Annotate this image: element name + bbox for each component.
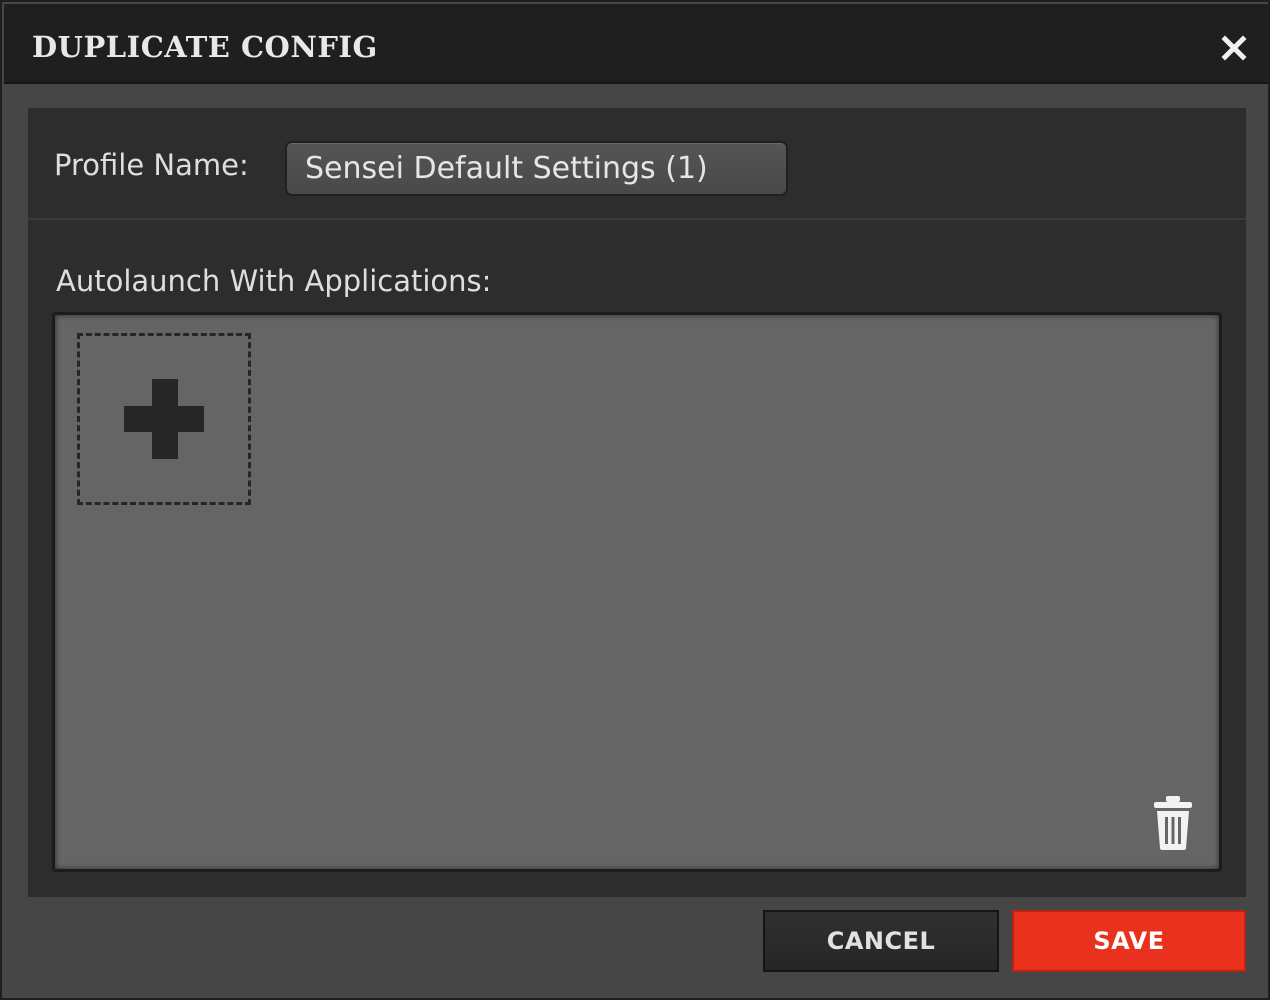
cancel-button[interactable]: CANCEL xyxy=(763,910,999,972)
close-button[interactable] xyxy=(1214,28,1254,68)
dialog-title: DUPLICATE CONFIG xyxy=(32,30,378,64)
add-application-button[interactable] xyxy=(77,333,251,505)
duplicate-config-dialog: DUPLICATE CONFIG Profile Name: Autolaunc… xyxy=(0,0,1270,1000)
profile-name-input[interactable] xyxy=(285,141,788,196)
plus-icon xyxy=(124,379,204,459)
dialog-content: Profile Name: Autolaunch With Applicatio… xyxy=(28,108,1246,897)
autolaunch-label: Autolaunch With Applications: xyxy=(56,264,492,298)
delete-application-button[interactable] xyxy=(1151,795,1195,851)
close-icon xyxy=(1221,35,1247,61)
save-button[interactable]: SAVE xyxy=(1012,910,1246,972)
dialog-titlebar: DUPLICATE CONFIG xyxy=(4,4,1268,84)
profile-name-row: Profile Name: xyxy=(28,108,1246,220)
profile-name-label: Profile Name: xyxy=(54,148,249,182)
trash-icon xyxy=(1154,796,1192,850)
autolaunch-apps-area xyxy=(52,312,1222,872)
